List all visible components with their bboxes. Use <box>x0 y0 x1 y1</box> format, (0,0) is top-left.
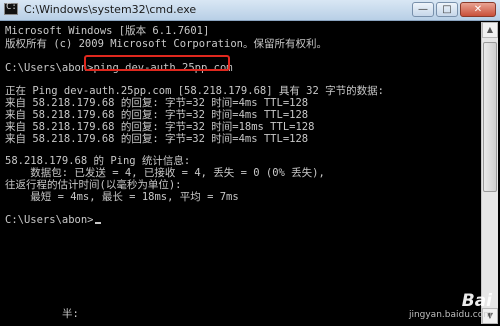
console-line: 来自 58.218.179.68 的回复: 字节=32 时间=18ms TTL=… <box>5 121 315 133</box>
console-line: 来自 58.218.179.68 的回复: 字节=32 时间=4ms TTL=1… <box>5 109 309 121</box>
prompt: C:\Users\abon> <box>5 62 94 74</box>
prompt: C:\Users\abon> <box>5 214 94 226</box>
cmd-icon: C:\ <box>4 2 22 15</box>
console-line: 58.218.179.68 的 Ping 统计信息: <box>5 155 191 167</box>
console-line: 正在 Ping dev-auth.25pp.com [58.218.179.68… <box>5 85 384 97</box>
watermark-brand: Bai <box>461 291 492 311</box>
watermark-url: jingyan.baidu.com <box>408 310 492 320</box>
scroll-up-arrow-icon[interactable]: ▲ <box>482 22 498 38</box>
minimize-button[interactable]: — <box>412 2 434 17</box>
console-line: 版权所有 (c) 2009 Microsoft Corporation。保留所有… <box>5 38 327 50</box>
window-title: C:\Windows\system32\cmd.exe <box>24 3 197 16</box>
console-line: 来自 58.218.179.68 的回复: 字节=32 时间=4ms TTL=1… <box>5 133 309 145</box>
console-line: 往返行程的估计时间(以毫秒为单位): <box>5 179 182 191</box>
close-button[interactable]: ✕ <box>460 2 496 17</box>
maximize-button[interactable]: □ <box>436 2 458 17</box>
window-controls: — □ ✕ <box>410 2 496 18</box>
console-line: 数据包: 已发送 = 4, 已接收 = 4, 丢失 = 0 (0% 丢失), <box>5 167 325 179</box>
scroll-thumb[interactable] <box>483 42 497 192</box>
console-output[interactable]: Microsoft Windows [版本 6.1.7601] 版权所有 (c)… <box>2 22 480 324</box>
title-bar[interactable]: C:\ C:\Windows\system32\cmd.exe — □ ✕ <box>0 0 500 21</box>
prompt-line: C:\Users\abon> <box>5 214 101 226</box>
console-line: Microsoft Windows [版本 6.1.7601] <box>5 25 210 37</box>
text-cursor <box>94 222 101 224</box>
baidu-watermark: Bai jingyan.baidu.com <box>409 292 492 320</box>
bottom-text-fragment: 半: <box>62 308 79 320</box>
cmd-window: C:\ C:\Windows\system32\cmd.exe — □ ✕ Mi… <box>0 0 500 326</box>
command-highlight-box <box>84 55 230 71</box>
console-line: 最短 = 4ms, 最长 = 18ms, 平均 = 7ms <box>5 191 239 203</box>
console-line: 来自 58.218.179.68 的回复: 字节=32 时间=4ms TTL=1… <box>5 97 309 109</box>
vertical-scrollbar[interactable]: ▲ ▼ <box>481 22 498 324</box>
